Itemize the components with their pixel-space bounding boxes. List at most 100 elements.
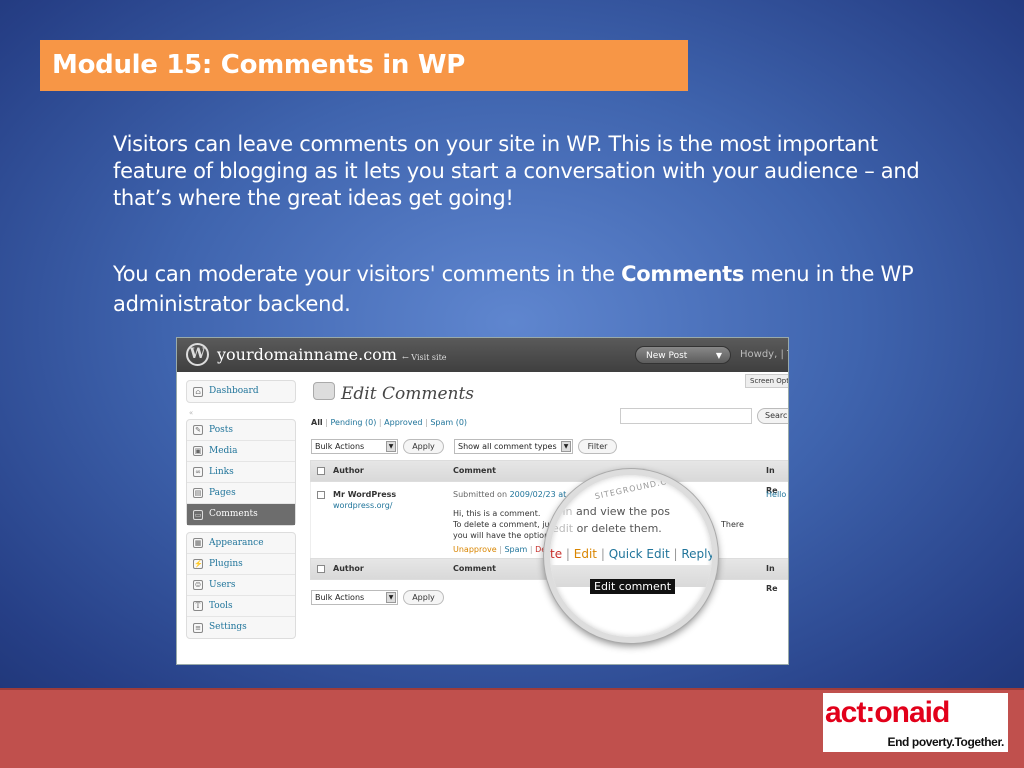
howdy-user[interactable]: Howdy, | T — [740, 349, 788, 360]
status-spam[interactable]: Spam (0) — [430, 418, 467, 427]
select-all-checkbox[interactable] — [317, 565, 325, 573]
bulk-actions-value: Bulk Actions — [315, 593, 365, 602]
unapprove-link[interactable]: Unapprove — [453, 545, 497, 554]
sidebar-item-tools[interactable]: T Tools — [187, 596, 295, 617]
magnifier-lens: SITEGROUND.COM g in and view the pos edi… — [544, 469, 718, 643]
pin-icon: ✎ — [193, 425, 203, 435]
lens-line-2-text: or delete them. — [573, 522, 662, 535]
menu-group-admin: ▦ Appearance ⚡ Plugins ☺ Users T Tools ≡ Sett… — [186, 532, 296, 639]
bulk-actions-select-bottom[interactable]: Bulk Actions ▼ — [311, 590, 398, 605]
comments-menu-emphasis: Comments — [621, 262, 745, 286]
wp-admin-screenshot: W yourdomainname.com ← Visit site New Po… — [176, 337, 789, 665]
lens-line-2: edit or delete them. — [552, 522, 662, 535]
sidebar-item-comments[interactable]: ▭ Comments — [187, 504, 295, 525]
sidebar-item-appearance[interactable]: ▦ Appearance — [187, 533, 295, 554]
in-response-to-link[interactable]: Hello — [766, 490, 786, 499]
comment-type-select[interactable]: Show all comment types ▼ — [454, 439, 573, 454]
lens-quick-edit-link[interactable]: Quick Edit — [609, 547, 670, 561]
sidebar-label-users: Users — [209, 579, 236, 590]
comment-type-value: Show all comment types — [458, 442, 557, 451]
status-separator: | — [378, 418, 382, 427]
appearance-icon: ▦ — [193, 538, 203, 548]
sidebar-item-pages[interactable]: ▤ Pages — [187, 483, 295, 504]
comment-search-input[interactable] — [620, 408, 752, 424]
chevron-down-icon: ▼ — [386, 592, 396, 603]
column-author: Author — [333, 564, 364, 573]
column-author: Author — [333, 466, 364, 475]
menu-group-dashboard: ⌂ Dashboard — [186, 380, 296, 403]
lens-delete-link[interactable]: te — [550, 547, 562, 561]
submitted-date-link[interactable]: 2009/02/23 at — [510, 490, 567, 499]
comment-line-3: you will have the option — [453, 531, 550, 540]
lens-row-actions: te | Edit | Quick Edit | Reply — [550, 547, 715, 561]
lens-line-1: g in and view the pos — [552, 505, 670, 518]
comment-line-1: Hi, this is a comment. — [453, 509, 541, 518]
slide-title: Module 15: Comments in WP — [40, 40, 688, 91]
media-icon: ▣ — [193, 446, 203, 456]
actionaid-logo: act:onaid End poverty.Together. — [823, 693, 1008, 752]
table-header: Author Comment In Re — [310, 460, 788, 495]
apply-button[interactable]: Apply — [403, 439, 444, 454]
status-separator: | — [325, 418, 328, 427]
spam-link[interactable]: Spam — [504, 545, 527, 554]
lens-edit-link[interactable]: Edit — [574, 547, 597, 561]
sidebar-label-links: Links — [209, 466, 234, 477]
sidebar-label-dashboard: Dashboard — [209, 386, 259, 396]
users-icon: ☺ — [193, 580, 203, 590]
watermark-text: SITEGROUND.COM — [594, 473, 683, 502]
visit-site-link[interactable]: ← Visit site — [402, 353, 446, 362]
sidebar-item-posts[interactable]: ✎ Posts — [187, 420, 295, 441]
search-comments-button[interactable]: Searc — [757, 408, 788, 424]
lens-reply-link[interactable]: Reply — [681, 547, 712, 561]
lens-line-1-text: and view the pos — [572, 505, 671, 518]
tools-icon: T — [193, 601, 203, 611]
status-separator: | — [425, 418, 428, 427]
comment-author-url[interactable]: wordpress.org/ — [333, 501, 392, 510]
sidebar-item-settings[interactable]: ≡ Settings — [187, 617, 295, 638]
status-all[interactable]: All — [311, 418, 323, 427]
bulk-actions-select[interactable]: Bulk Actions ▼ — [311, 439, 398, 454]
moderation-paragraph: You can moderate your visitors' comments… — [113, 259, 943, 319]
sidebar-label-media: Media — [209, 445, 238, 456]
comment-line-there: There — [721, 520, 744, 529]
comment-bubble-icon: ▭ — [193, 509, 203, 520]
new-post-label: New Post — [646, 351, 688, 361]
sidebar-item-users[interactable]: ☺ Users — [187, 575, 295, 596]
intro-paragraph: Visitors can leave comments on your site… — [113, 132, 920, 210]
status-approved[interactable]: Approved — [384, 418, 422, 427]
sidebar-label-plugins: Plugins — [209, 558, 243, 569]
comment-submitted: Submitted on 2009/02/23 at — [453, 490, 566, 499]
sidebar-label-appearance: Appearance — [209, 537, 264, 548]
row-actions: Unapprove | Spam | De — [453, 545, 547, 554]
lens-line-2-dim: edit — [552, 522, 574, 535]
page-title: Edit Comments — [341, 384, 475, 404]
link-icon: ∞ — [193, 467, 203, 477]
wordpress-logo-icon: W — [186, 343, 209, 366]
filter-button[interactable]: Filter — [578, 439, 617, 454]
screen-options-button[interactable]: Screen Opt — [745, 374, 788, 388]
sidebar-item-media[interactable]: ▣ Media — [187, 441, 295, 462]
pages-icon: ▤ — [193, 488, 203, 498]
comment-body: Hi, this is a comment. To delete a commen… — [453, 508, 744, 541]
sidebar-item-links[interactable]: ∞ Links — [187, 462, 295, 483]
comment-status-filter: All | Pending (0) | Approved | Spam (0) — [311, 418, 467, 427]
chevron-down-icon: ▼ — [715, 351, 722, 360]
sidebar-label-posts: Posts — [209, 424, 233, 435]
sidebar-item-plugins[interactable]: ⚡ Plugins — [187, 554, 295, 575]
house-icon: ⌂ — [193, 386, 203, 397]
chevron-down-icon: ▼ — [386, 441, 396, 452]
plug-icon: ⚡ — [193, 559, 203, 569]
site-name-text: yourdomainname.com — [217, 345, 397, 364]
chevron-down-icon: ▼ — [561, 441, 571, 452]
apply-button-bottom[interactable]: Apply — [403, 590, 444, 605]
comment-bubble-icon — [313, 382, 335, 400]
select-all-checkbox[interactable] — [317, 467, 325, 475]
bulk-actions-value: Bulk Actions — [315, 442, 365, 451]
row-checkbox[interactable] — [317, 491, 325, 499]
menu-group-content: ✎ Posts ▣ Media ∞ Links ▤ Pages ▭ Comments — [186, 419, 296, 526]
actionaid-tagline: End poverty.Together. — [887, 735, 1004, 749]
sidebar-label-comments: Comments — [209, 509, 258, 519]
new-post-button[interactable]: New Post ▼ — [635, 346, 731, 364]
status-pending[interactable]: Pending (0) — [330, 418, 376, 427]
sidebar-item-dashboard[interactable]: ⌂ Dashboard — [187, 381, 295, 402]
